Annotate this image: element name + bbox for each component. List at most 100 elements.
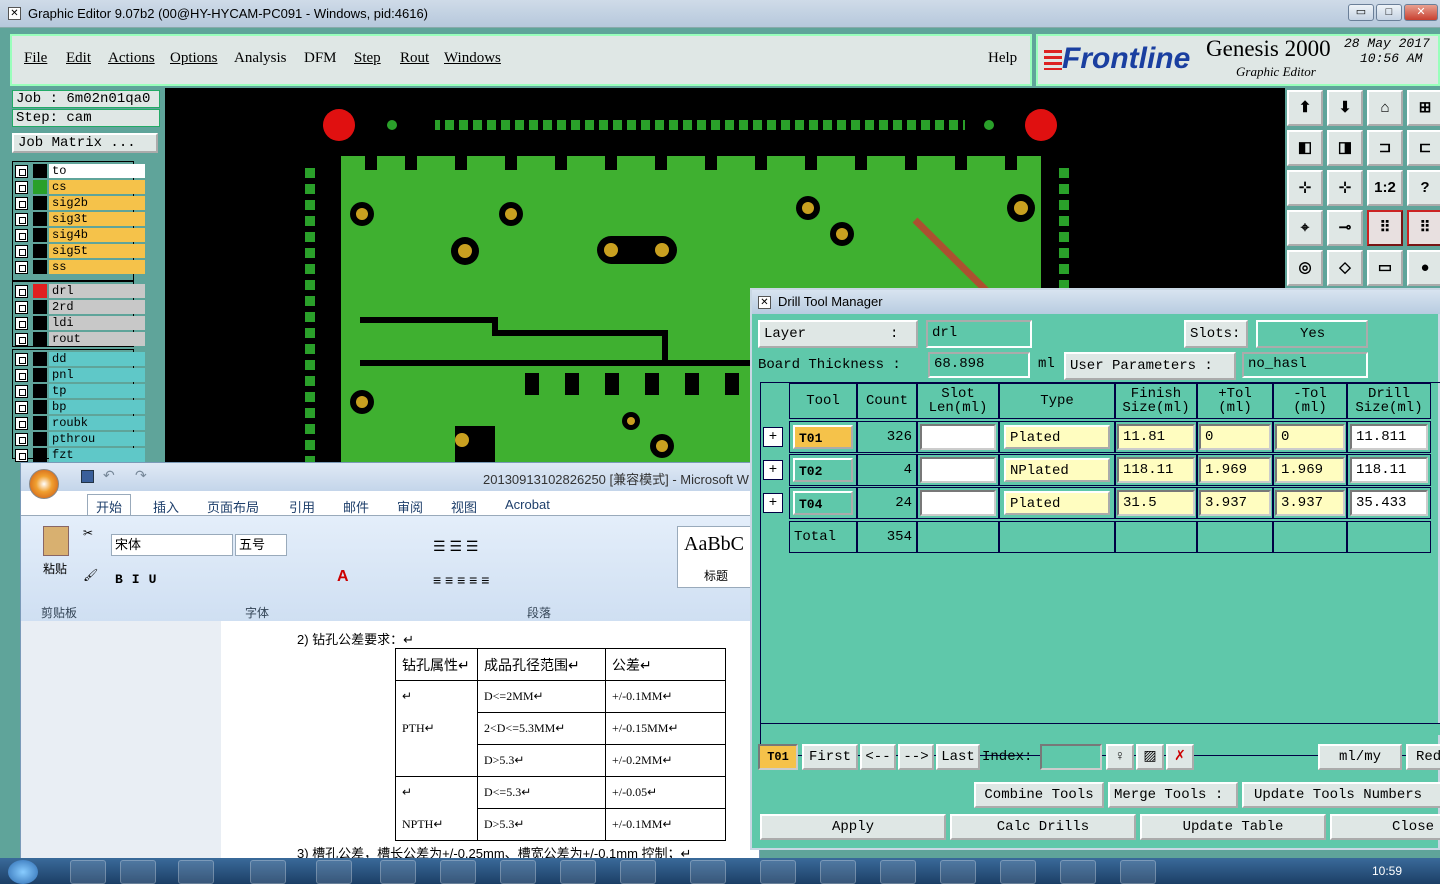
tool-button-4-2-icon[interactable]: ⊸: [1327, 210, 1363, 246]
taskbar-app-icon[interactable]: [316, 860, 352, 884]
layer-row-tp[interactable]: tp: [15, 384, 145, 399]
tool-id[interactable]: T02: [793, 458, 853, 482]
menu-step[interactable]: Step: [354, 50, 381, 67]
layer-color-swatch[interactable]: [33, 400, 47, 414]
taskbar-app-icon[interactable]: [880, 860, 916, 884]
apply-button[interactable]: Apply: [760, 814, 946, 840]
tool-button-2-4-icon[interactable]: ⊏: [1407, 130, 1440, 166]
calc-drills-button[interactable]: Calc Drills: [950, 814, 1136, 840]
minimize-button[interactable]: ▭: [1348, 4, 1374, 21]
layer-row-roubk[interactable]: roubk: [15, 416, 145, 431]
font-size-select[interactable]: 五号: [235, 534, 287, 556]
plus-tol-field[interactable]: 3.937: [1199, 490, 1271, 516]
minus-tol-field[interactable]: 0: [1275, 424, 1345, 450]
update-table-button[interactable]: Update Table: [1140, 814, 1326, 840]
layer-row-pthrou[interactable]: pthrou: [15, 432, 145, 447]
cut-icon[interactable]: ✂: [83, 526, 93, 540]
drill-size-field[interactable]: 11.811: [1350, 424, 1428, 450]
layer-checkbox[interactable]: [15, 317, 28, 330]
taskbar-app-icon[interactable]: [440, 860, 476, 884]
format-painter-icon[interactable]: 🖌: [83, 568, 98, 582]
ribbon-tab-1[interactable]: 插入: [153, 497, 179, 516]
start-button-icon[interactable]: [8, 860, 38, 884]
tool-button-2-1-icon[interactable]: ◧: [1287, 130, 1323, 166]
layer-color-swatch[interactable]: [33, 228, 47, 242]
layer-color-swatch[interactable]: [33, 284, 47, 298]
horizontal-scrollbar[interactable]: [761, 723, 1440, 735]
tool-button-4-1-icon[interactable]: ⌖: [1287, 210, 1323, 246]
layer-checkbox[interactable]: [15, 245, 28, 258]
layer-row-dd[interactable]: dd: [15, 352, 145, 367]
slots-select[interactable]: Yes: [1256, 320, 1368, 348]
next-button[interactable]: -->: [898, 744, 934, 770]
tool-button-2-3-icon[interactable]: ⊐: [1367, 130, 1403, 166]
paste-label[interactable]: 粘贴: [43, 560, 67, 577]
layer-row-bp[interactable]: bp: [15, 400, 145, 415]
tool-button-3-3-icon[interactable]: 1:2: [1367, 170, 1403, 206]
layer-row-ss[interactable]: ss: [15, 260, 145, 275]
ribbon-tab-2[interactable]: 页面布局: [207, 497, 259, 516]
board-thickness-field[interactable]: 68.898: [928, 352, 1030, 378]
tool-id[interactable]: T04: [793, 491, 853, 515]
finish-size-field[interactable]: 118.11: [1117, 457, 1195, 483]
finish-size-field[interactable]: 31.5: [1117, 490, 1195, 516]
drill-size-field[interactable]: 118.11: [1350, 457, 1428, 483]
layer-checkbox[interactable]: [15, 261, 28, 274]
taskbar-app-icon[interactable]: [380, 860, 416, 884]
taskbar-app-icon[interactable]: [560, 860, 596, 884]
undo-icon[interactable]: ↶: [103, 467, 115, 484]
taskbar-app-icon[interactable]: [70, 860, 106, 884]
layer-checkbox[interactable]: [15, 369, 28, 382]
plus-tol-field[interactable]: 0: [1199, 424, 1271, 450]
slot-len-field[interactable]: [920, 424, 996, 450]
layer-checkbox[interactable]: [15, 213, 28, 226]
first-button[interactable]: First: [802, 744, 858, 770]
layer-color-swatch[interactable]: [33, 180, 47, 194]
layer-color-swatch[interactable]: [33, 212, 47, 226]
tool-button-5-4-icon[interactable]: ●: [1407, 250, 1440, 286]
layer-row-2rd[interactable]: 2rd: [15, 300, 145, 315]
minus-tol-field[interactable]: 3.937: [1275, 490, 1345, 516]
layer-color-swatch[interactable]: [33, 164, 47, 178]
tool-button-1-1-icon[interactable]: ⬆: [1287, 90, 1323, 126]
menu-windows[interactable]: Windows: [444, 50, 501, 67]
tool-button-3-2-icon[interactable]: ⊹: [1327, 170, 1363, 206]
user-params-field[interactable]: no_hasl: [1242, 352, 1368, 378]
tool-button-1-3-icon[interactable]: ⌂: [1367, 90, 1403, 126]
layer-row-sig5t[interactable]: sig5t: [15, 244, 145, 259]
taskbar-app-icon[interactable]: [760, 860, 796, 884]
menu-actions[interactable]: Actions: [108, 50, 155, 67]
menu-help[interactable]: Help: [988, 50, 1017, 67]
layer-color-swatch[interactable]: [33, 260, 47, 274]
expand-button[interactable]: +: [763, 460, 783, 480]
ribbon-tab-7[interactable]: Acrobat: [505, 497, 550, 512]
tool-button-5-1-icon[interactable]: ◎: [1287, 250, 1323, 286]
layer-color-swatch[interactable]: [33, 368, 47, 382]
combine-tools-button[interactable]: Combine Tools: [974, 782, 1104, 808]
finish-size-field[interactable]: 11.81: [1117, 424, 1195, 450]
font-format-buttons[interactable]: BIU: [115, 572, 165, 587]
layer-color-swatch[interactable]: [33, 300, 47, 314]
minus-tol-field[interactable]: 1.969: [1275, 457, 1345, 483]
prev-button[interactable]: <--: [860, 744, 896, 770]
ribbon-tab-6[interactable]: 视图: [451, 497, 477, 516]
layer-checkbox[interactable]: [15, 165, 28, 178]
last-button[interactable]: Last: [936, 744, 980, 770]
type-select[interactable]: NPlated: [1004, 458, 1110, 482]
taskbar-app-icon[interactable]: [690, 860, 726, 884]
slot-len-field[interactable]: [920, 490, 996, 516]
font-color-icon[interactable]: A: [337, 568, 349, 586]
zoom-icon[interactable]: ♀: [1106, 744, 1134, 770]
job-matrix-button[interactable]: Job Matrix ...: [12, 133, 158, 153]
red-button[interactable]: Red: [1406, 744, 1440, 770]
layer-checkbox[interactable]: [15, 181, 28, 194]
layer-checkbox[interactable]: [15, 229, 28, 242]
drill-size-field[interactable]: 35.433: [1350, 490, 1428, 516]
layer-checkbox[interactable]: [15, 285, 28, 298]
tool-button-3-4-icon[interactable]: ?: [1407, 170, 1440, 206]
layer-checkbox[interactable]: [15, 333, 28, 346]
layer-checkbox[interactable]: [15, 353, 28, 366]
layer-row-rout[interactable]: rout: [15, 332, 145, 347]
restore-button[interactable]: □: [1376, 4, 1402, 21]
save-icon[interactable]: [81, 470, 94, 483]
